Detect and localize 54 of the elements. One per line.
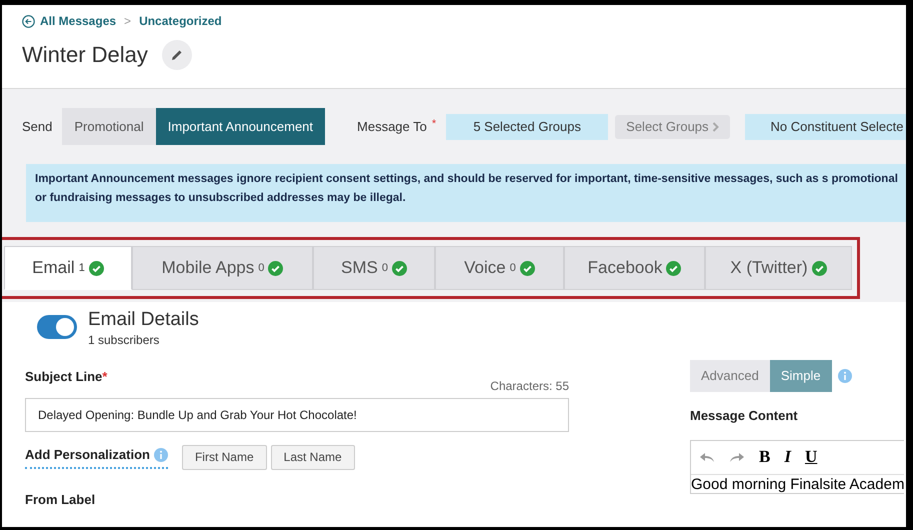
selected-groups-field[interactable]: 5 Selected Groups <box>446 114 608 140</box>
select-groups-button[interactable]: Select Groups <box>615 114 730 138</box>
subscriber-count: 1 subscribers <box>88 332 160 349</box>
all-messages-link[interactable]: All Messages <box>22 12 116 30</box>
send-label: Send <box>22 118 52 136</box>
constituent-field[interactable]: No Constituent Selecte <box>744 114 906 140</box>
undo-icon[interactable] <box>699 451 715 463</box>
required-mark: * <box>102 368 108 386</box>
redo-icon[interactable] <box>729 451 745 463</box>
channel-tab[interactable]: Voice 0 <box>435 246 564 290</box>
send-option-button[interactable]: Promotional <box>62 108 156 145</box>
send-option-button[interactable]: Important Announcement <box>156 108 326 145</box>
info-icon[interactable] <box>154 448 168 462</box>
check-icon <box>88 260 104 276</box>
message-content-label: Message Content <box>690 407 799 425</box>
subject-line-label: Subject Line <box>25 368 102 386</box>
uncategorized-link[interactable]: Uncategorized <box>139 12 222 30</box>
message-body-text: Good morning Finalsite Academ <box>691 474 904 492</box>
edit-button[interactable] <box>162 40 192 70</box>
section-title: Email Details <box>88 309 199 331</box>
tab-count: 0 <box>382 260 388 276</box>
tab-count: 0 <box>510 260 516 276</box>
channel-tab[interactable]: Email 1 <box>4 246 132 290</box>
check-icon <box>812 260 827 276</box>
check-icon <box>520 260 535 276</box>
character-counter: Characters: 55 <box>490 378 569 394</box>
back-icon <box>22 14 35 28</box>
page-title: Winter Delay <box>22 41 148 69</box>
format-button[interactable]: U <box>804 444 818 470</box>
channel-tab[interactable]: Facebook <box>564 246 705 290</box>
channel-tab[interactable]: SMS 0 <box>313 246 435 290</box>
chevron-right-icon <box>712 122 719 132</box>
email-toggle[interactable] <box>37 315 77 339</box>
personalization-button[interactable]: First Name <box>182 444 267 470</box>
from-label: From Label <box>25 490 96 508</box>
required-mark: * <box>432 117 436 132</box>
channel-tab[interactable]: Mobile Apps 0 <box>132 246 313 290</box>
subject-input[interactable]: Delayed Opening: Bundle Up and Grab Your Hot Chocolate! <box>25 398 569 432</box>
tab-count: 1 <box>78 260 85 276</box>
pencil-icon <box>170 48 183 60</box>
format-button[interactable]: B <box>759 444 770 470</box>
editor-mode-button[interactable]: Advanced <box>690 360 770 392</box>
breadcrumb-separator: > <box>123 13 132 30</box>
notice-message: Important Announcement messages ignore recipient consent settings, and should be reserved for important, time-sensitive messages, such as s promotional or fundraising messages to unsubscribed addresses may be illegal. <box>26 164 906 222</box>
personalization-label: Add Personalization <box>25 446 150 464</box>
message-to-label: Message To <box>357 118 427 136</box>
tab-count: 0 <box>258 260 264 276</box>
check-icon <box>666 260 682 276</box>
check-icon <box>392 260 407 276</box>
check-icon <box>268 260 284 276</box>
format-button[interactable]: I <box>784 444 791 470</box>
channel-tab[interactable]: X (Twitter) <box>705 246 852 290</box>
info-icon[interactable] <box>838 369 852 383</box>
personalization-button[interactable]: Last Name <box>270 444 355 470</box>
